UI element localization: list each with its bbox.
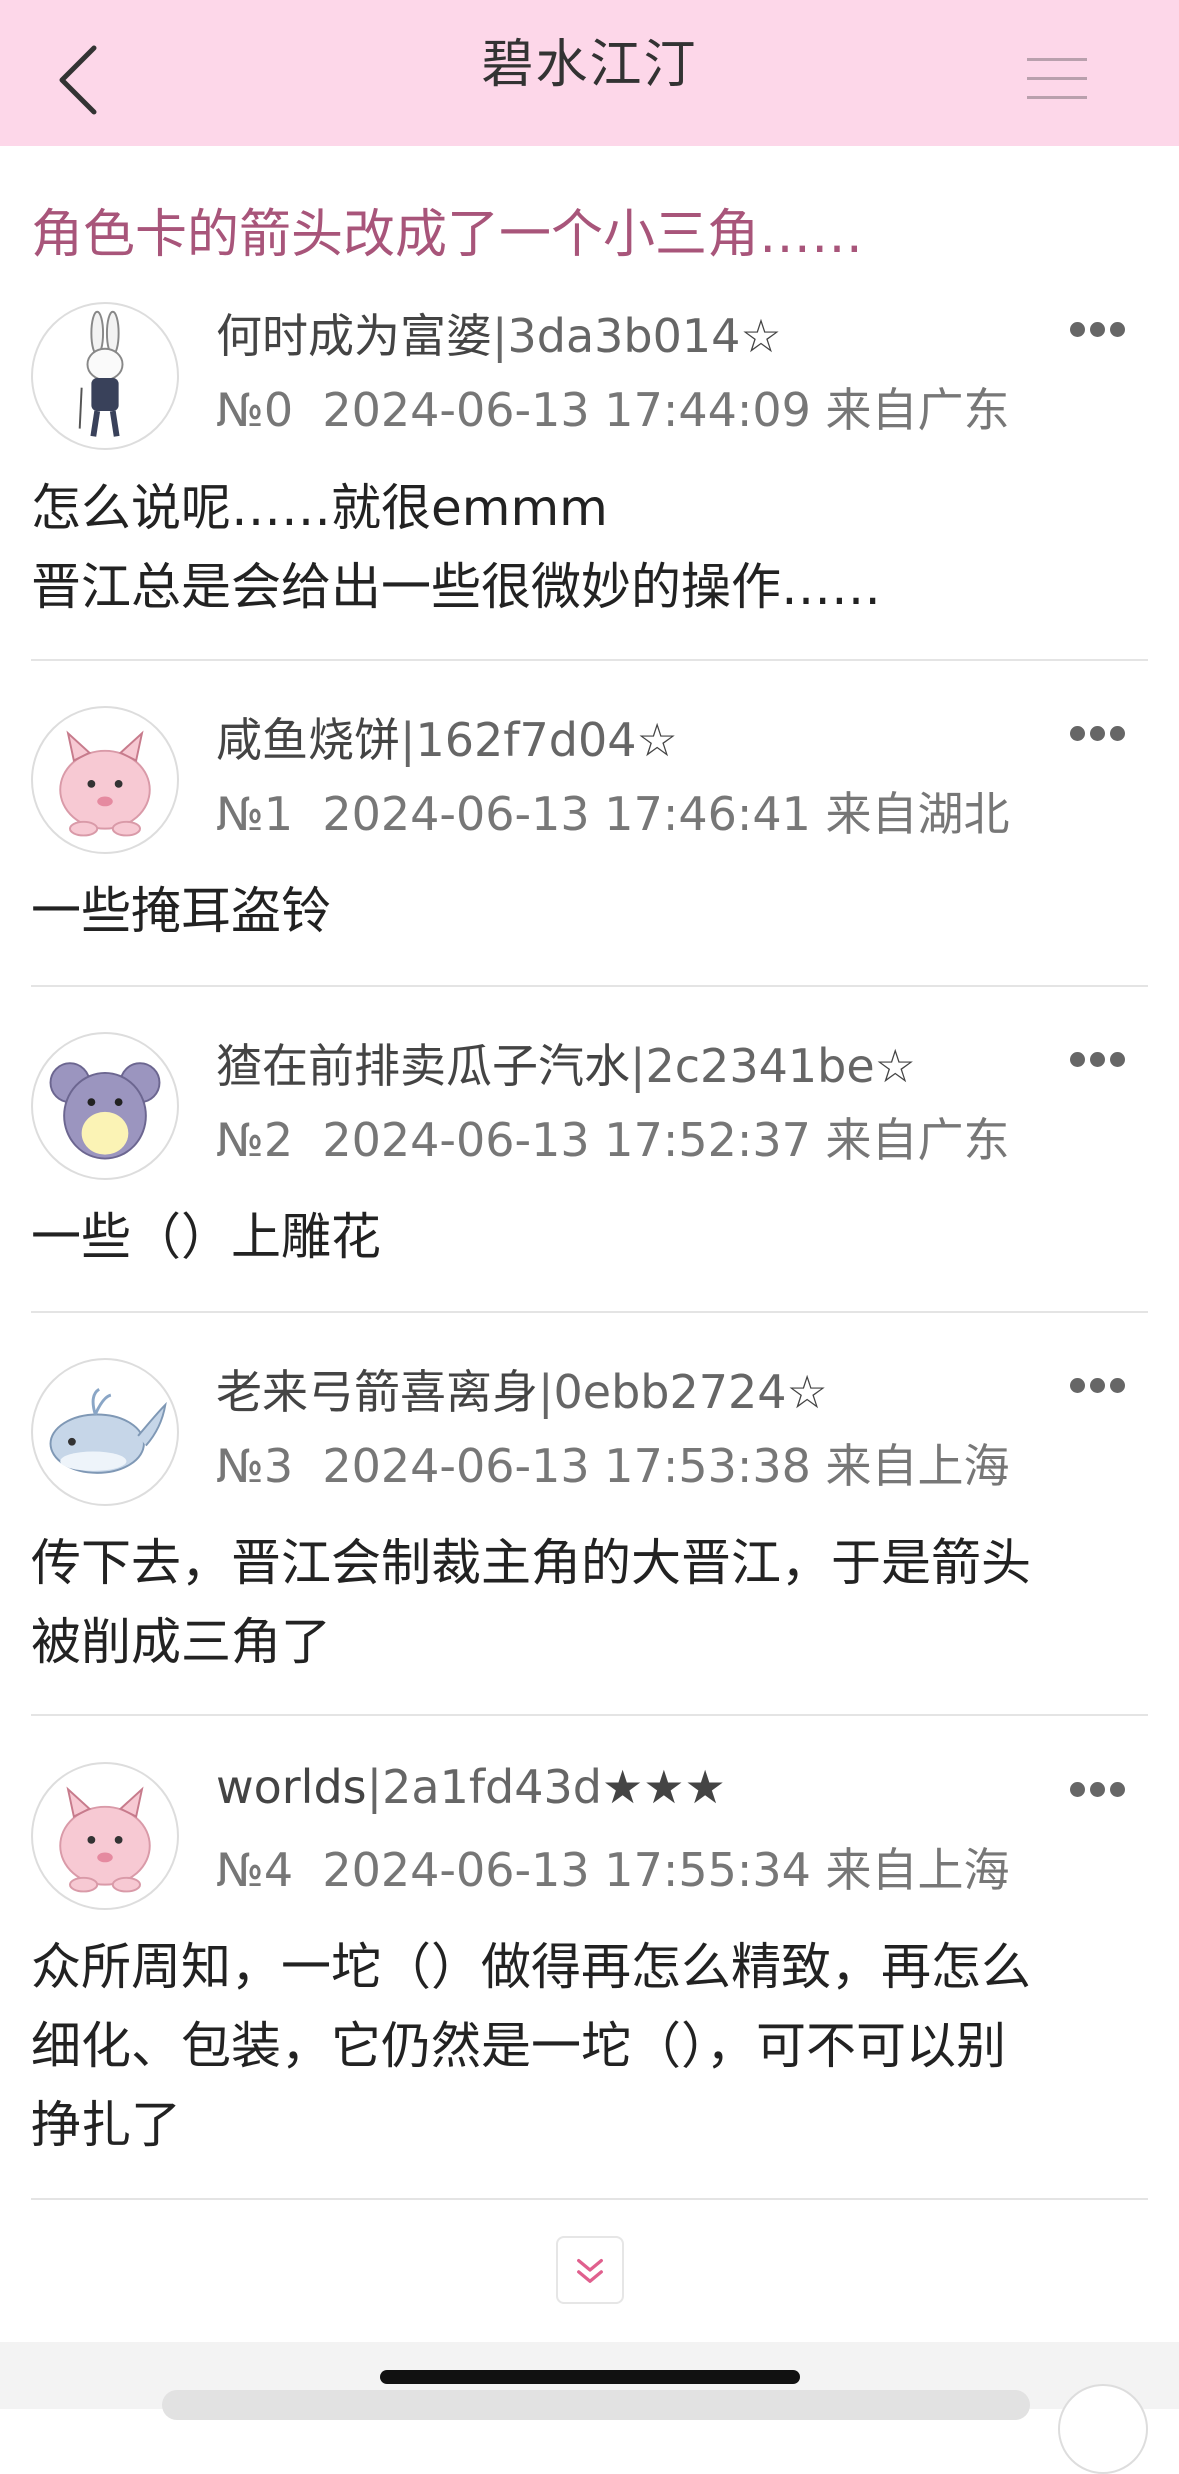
post-datetime: 2024-06-13 17:55:34	[322, 1843, 811, 1897]
page-title: 碧水江汀	[481, 35, 698, 95]
star-rating: ☆	[636, 713, 678, 767]
current-user-avatar-icon[interactable]	[1058, 2384, 1148, 2474]
post-location: 来自湖北	[825, 787, 1010, 841]
more-options-icon[interactable]	[1070, 1052, 1134, 1082]
post-divider	[31, 2198, 1148, 2200]
post-content: 一些（）上雕花	[31, 1208, 381, 1266]
post-location: 来自上海	[825, 1439, 1010, 1493]
post-content: 怎么说呢……就很emmm 晋江总是会给出一些很微妙的操作……	[31, 479, 881, 616]
more-options-icon[interactable]	[1070, 1378, 1134, 1408]
post-datetime: 2024-06-13 17:44:09	[322, 383, 811, 437]
post-location: 来自上海	[825, 1843, 1010, 1897]
post-divider	[31, 659, 1148, 661]
post-divider	[31, 1714, 1148, 1716]
post-divider	[31, 1311, 1148, 1313]
user-hash: |3da3b014	[492, 309, 741, 363]
thread-title: 角色卡的箭头改成了一个小三角……	[31, 205, 864, 265]
user-hash: |162f7d04	[400, 713, 637, 767]
post-datetime: 2024-06-13 17:52:37	[322, 1113, 811, 1167]
reply-input-bar[interactable]	[162, 2390, 1030, 2420]
more-options-icon[interactable]	[1070, 726, 1134, 756]
user-hash: |0ebb2724	[538, 1365, 787, 1419]
floor-number: №4	[216, 1843, 294, 1897]
post-divider	[31, 985, 1148, 987]
mouse-avatar-icon[interactable]	[31, 1032, 179, 1180]
username[interactable]: worlds	[216, 1760, 367, 1814]
floor-number: №2	[216, 1113, 294, 1167]
star-rating: ★★★	[601, 1760, 726, 1814]
pink-pokemon-avatar-icon[interactable]	[31, 1762, 179, 1910]
rabbit-avatar-icon[interactable]	[31, 302, 179, 450]
post-content: 一些掩耳盗铃	[31, 882, 331, 940]
star-rating: ☆	[874, 1039, 916, 1093]
floor-number: №0	[216, 383, 294, 437]
post-content: 传下去，晋江会制裁主角的大晋江，于是箭头 被削成三角了	[31, 1534, 1031, 1671]
post-content: 众所周知，一坨（）做得再怎么精致，再怎么 细化、包装，它仍然是一坨（），可不可以…	[31, 1938, 1031, 2154]
user-hash: |2a1fd43d	[366, 1760, 602, 1814]
username[interactable]: 猹在前排卖瓜子汽水	[216, 1039, 630, 1093]
star-rating: ☆	[740, 309, 782, 363]
star-rating: ☆	[786, 1365, 828, 1419]
load-more-button[interactable]	[556, 2236, 624, 2304]
top-nav-bar: 碧水江汀	[0, 0, 1179, 146]
floor-number: №3	[216, 1439, 294, 1493]
post-datetime: 2024-06-13 17:53:38	[322, 1439, 811, 1493]
post-datetime: 2024-06-13 17:46:41	[322, 787, 811, 841]
pink-pokemon-avatar-icon[interactable]	[31, 706, 179, 854]
post-location: 来自广东	[825, 383, 1010, 437]
home-indicator	[380, 2370, 800, 2384]
hamburger-menu-icon[interactable]	[1027, 58, 1087, 108]
more-options-icon[interactable]	[1070, 322, 1134, 352]
post-location: 来自广东	[825, 1113, 1010, 1167]
floor-number: №1	[216, 787, 294, 841]
username[interactable]: 何时成为富婆	[216, 309, 492, 363]
more-options-icon[interactable]	[1070, 1782, 1134, 1812]
user-hash: |2c2341be	[630, 1039, 875, 1093]
whale-avatar-icon[interactable]	[31, 1358, 179, 1506]
double-chevron-down-icon	[577, 2258, 603, 2283]
username[interactable]: 咸鱼烧饼	[216, 713, 400, 767]
username[interactable]: 老来弓箭喜离身	[216, 1365, 538, 1419]
